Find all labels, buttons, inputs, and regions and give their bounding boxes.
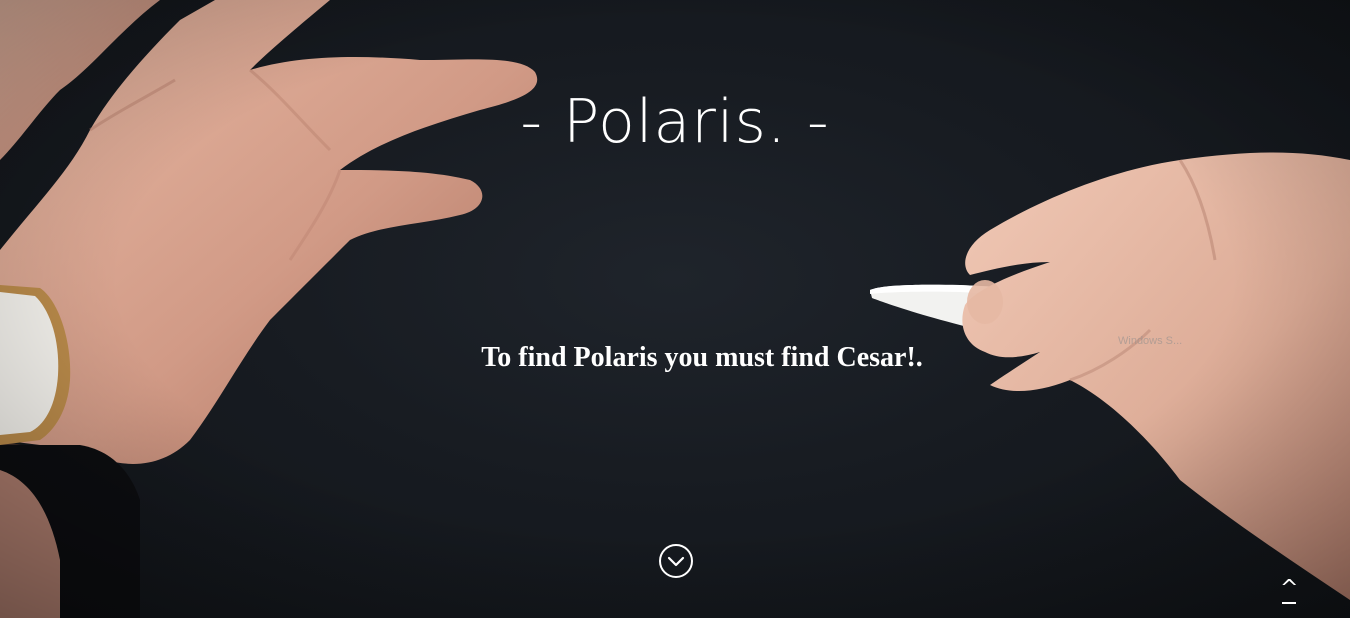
caret-up-icon: ^ [1280,576,1299,601]
back-to-top-underline [1282,602,1296,604]
os-watermark: Windows S... [1118,335,1183,347]
site-title: - Polaris. - [520,87,830,158]
scroll-down-button[interactable] [659,544,693,578]
hero-section: - Polaris. - To find Polaris you must fi… [0,0,1350,618]
chevron-down-circle-icon [667,556,685,567]
back-to-top-button[interactable]: ^ [1280,578,1298,606]
